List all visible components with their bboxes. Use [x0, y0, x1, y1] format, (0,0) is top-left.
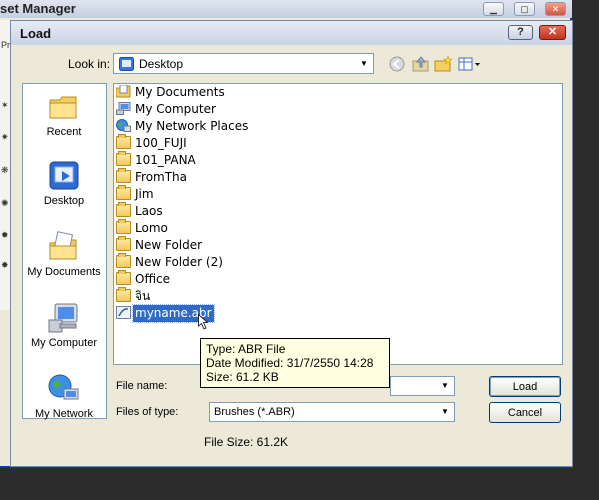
desktop-small-icon — [119, 57, 134, 71]
place-label: Recent — [46, 126, 82, 138]
files-of-type-value: Brushes (*.ABR) — [214, 406, 295, 418]
folder-icon — [116, 270, 131, 285]
file-size-text: File Size: 61.2K — [204, 435, 289, 449]
tooltip-size: Size: 61.2 KB — [206, 370, 279, 384]
place-desktop[interactable]: Desktop — [22, 160, 106, 207]
file-name: 100_FUJI — [135, 136, 187, 150]
folder-icon — [116, 219, 131, 234]
folder-icon — [116, 185, 131, 200]
desktop-icon — [49, 161, 79, 190]
back-icon[interactable] — [389, 56, 405, 72]
cancel-button[interactable]: Cancel — [489, 402, 561, 423]
dialog-close-button[interactable]: ✕ — [539, 25, 566, 40]
abr-file-icon — [116, 306, 131, 319]
file-name: New Folder (2) — [135, 255, 223, 269]
new-folder-icon[interactable] — [434, 55, 453, 72]
folder-icon — [116, 134, 131, 149]
file-name: Laos — [135, 204, 163, 218]
folder-icon — [116, 253, 131, 268]
dialog-title: Load — [20, 26, 52, 41]
my-documents-icon — [49, 231, 77, 260]
file-name-input[interactable]: ▼ — [390, 376, 455, 396]
chevron-down-icon[interactable]: ▼ — [438, 377, 452, 394]
documents-icon — [116, 85, 131, 98]
chevron-down-icon: ▼ — [360, 59, 368, 68]
file-name: My Network Places — [135, 119, 249, 133]
files-of-type-label: Files of type: — [116, 406, 179, 418]
folder-icon — [116, 236, 131, 251]
files-of-type-dropdown[interactable]: Brushes (*.ABR) ▼ — [209, 402, 455, 422]
recent-folder-icon — [49, 96, 77, 119]
maximize-button[interactable]: ▢ — [514, 2, 535, 16]
my-computer-icon — [48, 303, 78, 333]
computer-icon — [116, 102, 131, 115]
preset-close-button[interactable]: ✕ — [545, 2, 566, 16]
place-my-computer[interactable]: My Computer — [22, 302, 106, 349]
place-label: My Network — [34, 408, 94, 420]
file-name: Lomo — [135, 221, 168, 235]
file-name: New Folder — [135, 238, 203, 252]
folder-icon — [116, 151, 131, 166]
place-label: My Computer — [30, 337, 98, 349]
file-name: Jim — [135, 187, 154, 201]
folder-icon — [116, 202, 131, 217]
place-label: Desktop — [43, 195, 85, 207]
place-label: My Documents — [27, 266, 101, 278]
load-button[interactable]: Load — [489, 376, 561, 397]
dialog-titlebar — [11, 21, 572, 45]
file-name: 101_PANA — [135, 153, 196, 167]
file-name: Office — [135, 272, 171, 286]
preset-manager-title: set Manager — [0, 1, 76, 16]
place-recent[interactable]: Recent — [22, 91, 106, 138]
tooltip-modified: Date Modified: 31/7/2550 14:28 — [206, 356, 374, 370]
up-folder-icon[interactable] — [412, 56, 430, 72]
file-name: จิน — [135, 289, 151, 303]
look-in-label: Look in: — [68, 57, 111, 71]
mouse-cursor-icon — [198, 314, 208, 330]
my-network-icon — [48, 374, 79, 400]
file-name: FromTha — [135, 170, 188, 184]
place-my-network[interactable]: My Network — [22, 373, 106, 420]
help-button[interactable]: ? — [508, 25, 533, 40]
network-icon — [116, 119, 131, 132]
tooltip-type: Type: ABR File — [206, 342, 286, 356]
look-in-value: Desktop — [139, 57, 184, 71]
minimize-button[interactable]: ▁ — [483, 2, 504, 16]
folder-icon — [116, 287, 131, 302]
view-menu-icon[interactable] — [458, 56, 482, 72]
file-name-label: File name: — [116, 380, 168, 392]
file-name: My Documents — [135, 85, 225, 99]
place-my-documents[interactable]: My Documents — [22, 231, 106, 278]
folder-icon — [116, 168, 131, 183]
file-name: My Computer — [135, 102, 216, 116]
file-tooltip: Type: ABR File Date Modified: 31/7/2550 … — [200, 338, 390, 388]
preset-manager-titlebar: set Manager ▁ ▢ ✕ — [0, 0, 572, 18]
chevron-down-icon: ▼ — [441, 407, 449, 416]
